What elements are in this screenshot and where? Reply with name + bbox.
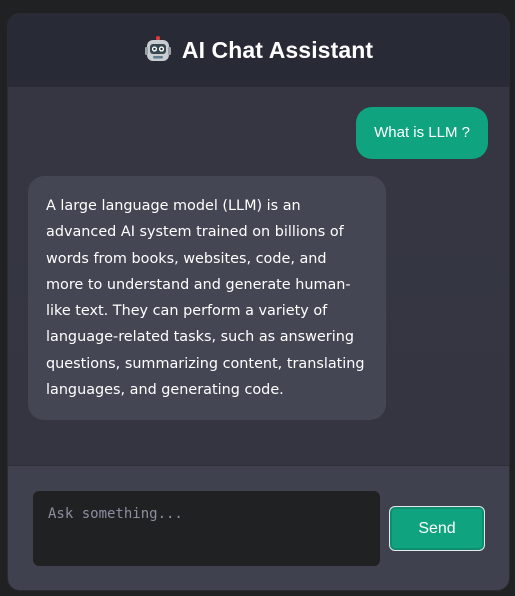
page-title: AI Chat Assistant (181, 36, 374, 63)
message-list: What is LLM ? A large language model (LL… (8, 87, 509, 465)
chat-input[interactable] (33, 491, 380, 566)
robot-icon (144, 36, 171, 61)
chat-header: AI Chat Assistant (8, 14, 509, 87)
chat-window: AI Chat Assistant What is LLM ? A large … (8, 14, 509, 590)
input-bar: Send (8, 465, 509, 590)
send-button[interactable]: Send (389, 506, 485, 551)
assistant-message: A large language model (LLM) is an advan… (28, 176, 386, 421)
user-message: What is LLM ? (356, 107, 488, 159)
